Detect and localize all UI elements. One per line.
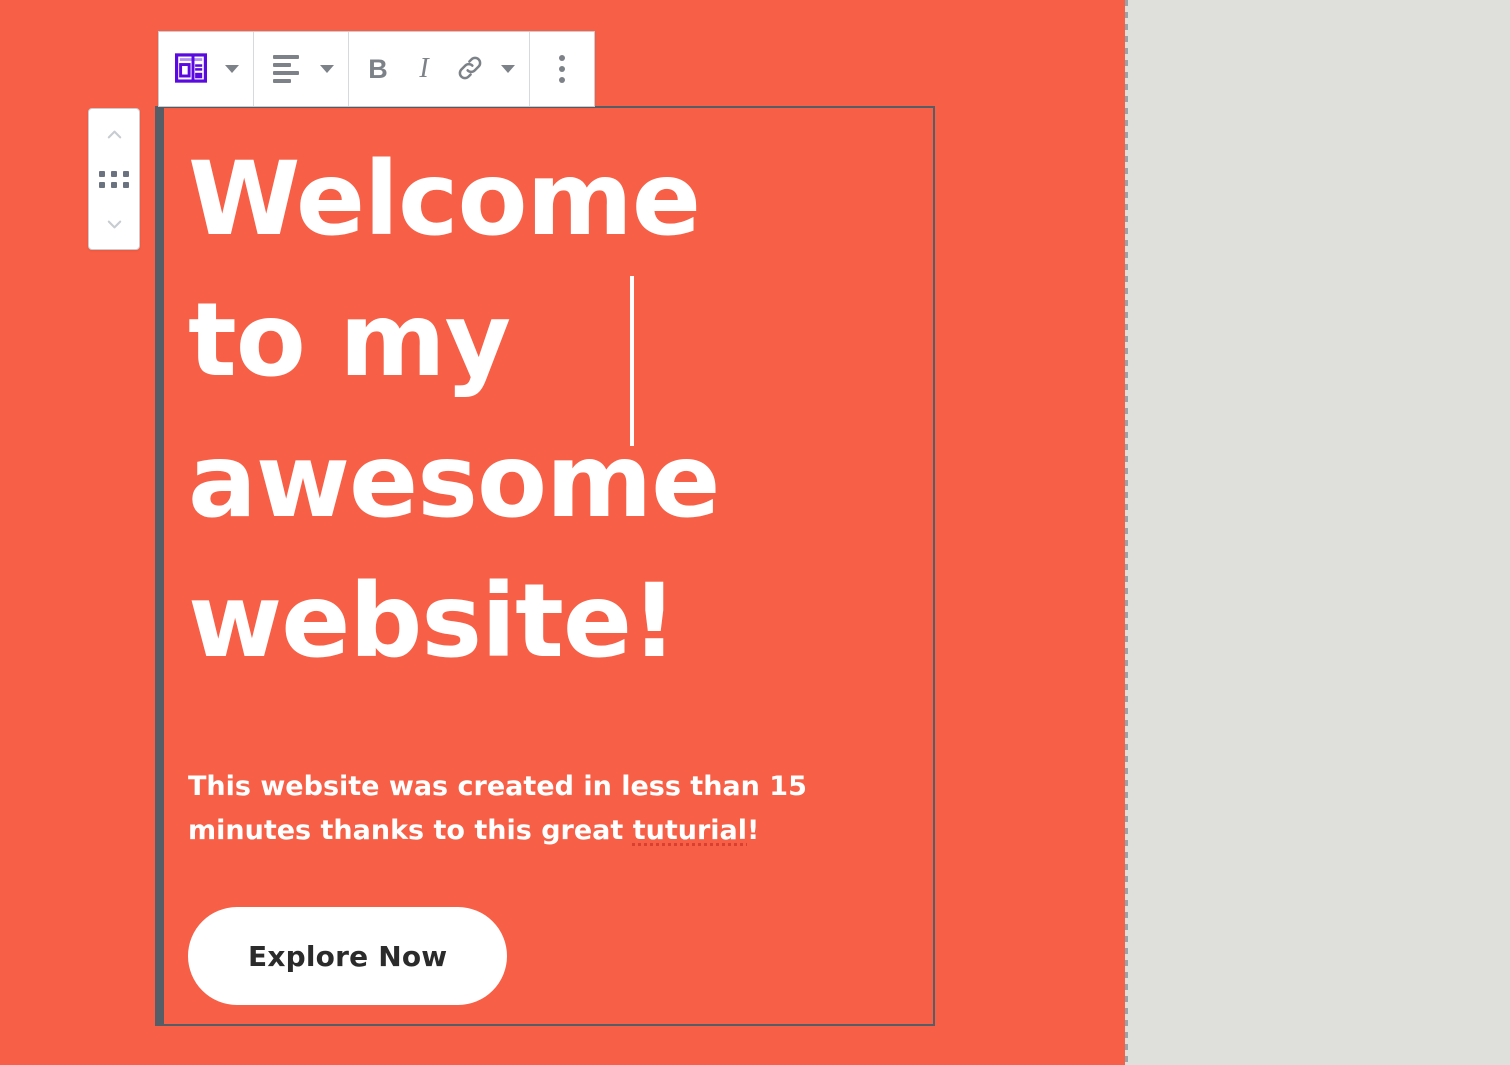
more-vertical-icon [559,55,565,83]
italic-icon: I [419,53,429,84]
chevron-down-icon [225,65,239,73]
media-and-text-block-icon [174,52,208,87]
toolbar-group-block-type [159,32,254,106]
hero-paragraph[interactable]: This website was created in less than 15… [188,765,903,852]
drag-dot [123,170,129,177]
align-left-icon [273,55,299,83]
toolbar-group-formatting: B I [349,32,530,106]
align-left-button[interactable] [260,40,312,98]
link-button[interactable] [447,40,493,98]
hero-block-content: Welcome to my awesome website! This webs… [188,130,928,1006]
drag-dot [99,181,105,188]
chevron-down-icon [320,65,334,73]
toolbar-group-alignment [254,32,349,106]
block-mover-toolbar[interactable] [88,108,140,250]
chevron-down-icon [501,65,515,73]
hero-heading[interactable]: Welcome to my awesome website! [188,130,828,693]
explore-now-button[interactable]: Explore Now [188,907,508,1006]
drag-handle-icon[interactable] [92,164,136,194]
chevron-down-icon [105,215,124,234]
hero-paragraph-misspelled-word: tuturial [632,814,748,846]
alignment-dropdown-button[interactable] [312,40,342,98]
drag-dot [99,170,105,177]
block-selection-side-indicator [155,106,164,1026]
drag-dot [111,181,117,188]
more-rich-text-controls-button[interactable] [493,40,523,98]
hero-paragraph-suffix: ! [747,814,760,846]
bold-icon: B [368,53,388,84]
drag-dot [123,181,129,188]
chevron-up-icon [105,125,124,144]
editor-right-gutter [1128,0,1510,1065]
move-down-button[interactable] [92,207,136,241]
italic-button[interactable]: I [401,40,447,98]
link-icon [455,53,485,86]
bold-button[interactable]: B [355,40,401,98]
move-up-button[interactable] [92,117,136,151]
block-options-button[interactable] [536,40,588,98]
drag-dot [111,170,117,177]
block-toolbar[interactable]: B I [158,31,595,107]
block-type-dropdown-button[interactable] [217,40,247,98]
media-and-text-block-button[interactable] [165,40,217,98]
text-cursor-caret [630,276,634,446]
toolbar-group-options [530,32,594,106]
